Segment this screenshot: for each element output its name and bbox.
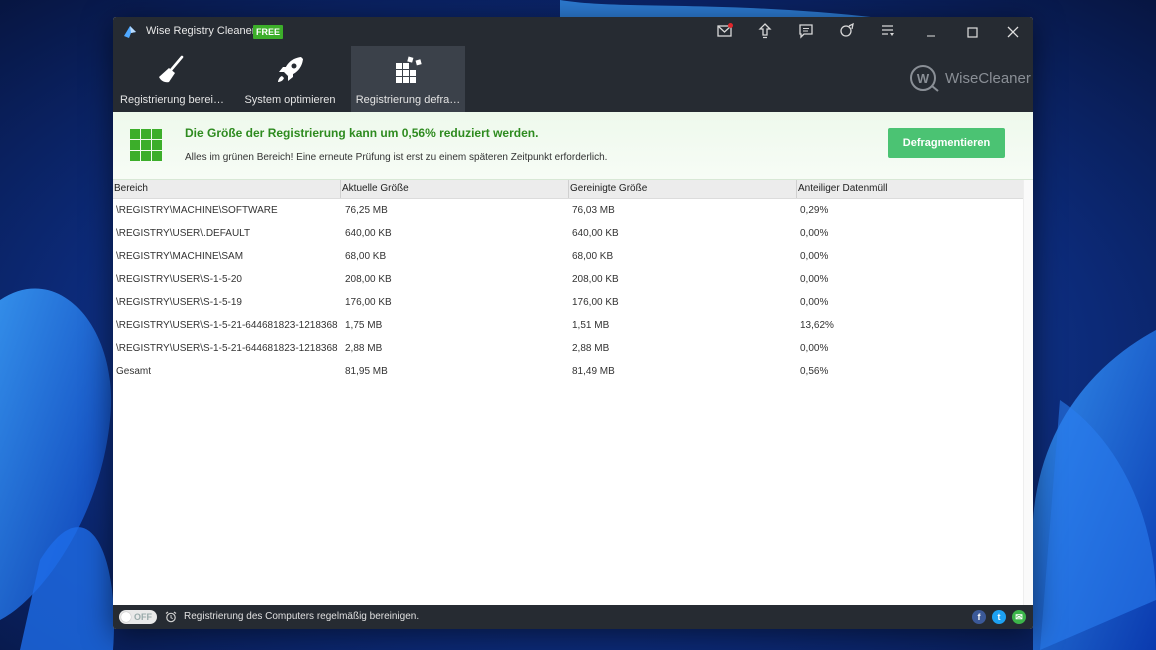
upload-icon[interactable] (756, 22, 774, 40)
cell-cleaned-size: 208,00 KB (572, 274, 619, 285)
tab-system-optimize[interactable]: System optimieren (233, 46, 347, 112)
registry-table: Bereich Aktuelle Größe Gereinigte Größe … (113, 180, 1033, 605)
cell-cleaned-size: 76,03 MB (572, 205, 615, 216)
skin-icon[interactable] (838, 22, 856, 40)
column-header-current-size[interactable]: Aktuelle Größe (341, 180, 569, 198)
table-row[interactable]: \REGISTRY\MACHINE\SOFTWARE 76,25 MB 76,0… (113, 199, 1024, 222)
column-header-area[interactable]: Bereich (113, 180, 341, 198)
cell-current-size: 68,00 KB (345, 251, 387, 262)
cell-area: \REGISTRY\USER\S-1-5-21-644681823-121836… (116, 320, 338, 331)
facebook-icon[interactable]: f (972, 610, 986, 624)
cell-area: \REGISTRY\MACHINE\SOFTWARE (116, 205, 278, 216)
cell-junk-share: 13,62% (800, 320, 834, 331)
minimize-button[interactable] (914, 21, 948, 43)
table-row[interactable]: \REGISTRY\MACHINE\SAM 68,00 KB 68,00 KB … (113, 245, 1024, 268)
title-bar: Wise Registry Cleaner X FREE (113, 17, 1033, 45)
cell-junk-share: 0,00% (800, 251, 829, 262)
maximize-button[interactable] (955, 21, 989, 43)
tab-registry-defrag-label: Registrierung defra… (355, 94, 461, 106)
cell-cleaned-size: 1,51 MB (572, 320, 610, 331)
tab-registry-defrag[interactable]: Registrierung defra… (351, 46, 465, 112)
table-header: Bereich Aktuelle Größe Gereinigte Größe … (113, 180, 1024, 199)
wisecleaner-logo-icon: W (908, 64, 940, 92)
close-button[interactable] (996, 21, 1030, 43)
defragment-button[interactable]: Defragmentieren (888, 128, 1005, 158)
toggle-label: OFF (134, 612, 152, 622)
email-share-icon[interactable]: ✉ (1012, 610, 1026, 624)
app-logo-icon (122, 24, 138, 40)
cell-area: \REGISTRY\USER\S-1-5-19 (116, 297, 242, 308)
cell-junk-share: 0,29% (800, 205, 829, 216)
tab-registry-clean[interactable]: Registrierung berei… (115, 46, 229, 112)
cell-area: \REGISTRY\USER\.DEFAULT (116, 228, 251, 239)
green-blocks-icon (130, 129, 162, 161)
tab-registry-clean-label: Registrierung berei… (120, 94, 224, 106)
cell-junk-share: 0,00% (800, 228, 829, 239)
cell-current-size: 2,88 MB (345, 343, 383, 354)
cell-junk-share: 0,00% (800, 274, 829, 285)
toggle-knob (121, 612, 131, 622)
cell-area: Gesamt (116, 366, 152, 377)
cell-cleaned-size: 68,00 KB (572, 251, 614, 262)
cell-area: \REGISTRY\USER\S-1-5-21-644681823-121836… (116, 343, 338, 354)
tab-system-optimize-label: System optimieren (244, 94, 336, 106)
table-row[interactable]: \REGISTRY\USER\S-1-5-19 176,00 KB 176,00… (113, 291, 1024, 314)
column-header-cleaned-size[interactable]: Gereinigte Größe (569, 180, 797, 198)
cell-current-size: 176,00 KB (345, 297, 392, 308)
cell-area: \REGISTRY\USER\S-1-5-20 (116, 274, 242, 285)
table-scrollbar[interactable] (1023, 180, 1033, 605)
notification-dot (728, 23, 733, 28)
table-row[interactable]: \REGISTRY\USER\S-1-5-21-644681823-121836… (113, 337, 1024, 360)
top-bar: Wise Registry Cleaner X FREE Registrieru… (113, 17, 1033, 112)
svg-text:W: W (917, 71, 930, 86)
cell-cleaned-size: 2,88 MB (572, 343, 610, 354)
defrag-blocks-icon (392, 54, 424, 86)
cell-junk-share: 0,00% (800, 343, 829, 354)
cell-cleaned-size: 640,00 KB (572, 228, 619, 239)
column-header-junk-share[interactable]: Anteiliger Datenmüll (797, 180, 1024, 198)
cell-current-size: 81,95 MB (345, 366, 388, 377)
cell-junk-share: 0,56% (800, 366, 829, 377)
feedback-icon[interactable] (797, 22, 815, 40)
cell-current-size: 640,00 KB (345, 228, 392, 239)
cell-junk-share: 0,00% (800, 297, 829, 308)
rocket-icon (274, 54, 306, 86)
mail-icon[interactable] (716, 22, 734, 40)
table-row[interactable]: \REGISTRY\USER\S-1-5-21-644681823-121836… (113, 314, 1024, 337)
cell-current-size: 76,25 MB (345, 205, 388, 216)
broom-icon (156, 54, 188, 86)
table-row-total[interactable]: Gesamt 81,95 MB 81,49 MB 0,56% (113, 360, 1024, 383)
cell-current-size: 1,75 MB (345, 320, 383, 331)
cell-cleaned-size: 176,00 KB (572, 297, 619, 308)
cell-current-size: 208,00 KB (345, 274, 392, 285)
app-window: Wise Registry Cleaner X FREE Registrieru… (113, 17, 1033, 629)
cell-area: \REGISTRY\MACHINE\SAM (116, 251, 244, 262)
alarm-clock-icon (165, 611, 177, 623)
menu-icon[interactable] (879, 22, 897, 40)
table-row[interactable]: \REGISTRY\USER\.DEFAULT 640,00 KB 640,00… (113, 222, 1024, 245)
schedule-text: Registrierung des Computers regelmäßig b… (184, 611, 420, 622)
result-banner: Die Größe der Registrierung kann um 0,56… (113, 112, 1033, 180)
twitter-icon[interactable]: t (992, 610, 1006, 624)
result-headline: Die Größe der Registrierung kann um 0,56… (185, 126, 539, 140)
table-row[interactable]: \REGISTRY\USER\S-1-5-20 208,00 KB 208,00… (113, 268, 1024, 291)
result-subtext: Alles im grünen Bereich! Eine erneute Pr… (185, 152, 608, 163)
app-title: Wise Registry Cleaner X (146, 25, 266, 37)
status-bar: OFF Registrierung des Computers regelmäß… (113, 605, 1033, 629)
free-badge: FREE (253, 25, 284, 39)
schedule-toggle[interactable]: OFF (119, 610, 157, 624)
cell-cleaned-size: 81,49 MB (572, 366, 615, 377)
wisecleaner-text: WiseCleaner (945, 70, 1031, 87)
